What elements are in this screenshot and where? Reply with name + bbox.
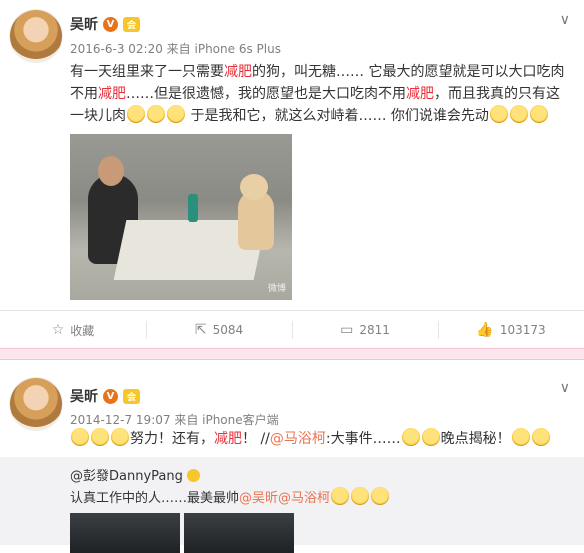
drool-emoji-icon <box>529 105 548 123</box>
post-line-1: 有一天组里来了一只需要减肥的狗，叫无糖…… 它最大的愿望就是可以大口吃肉 <box>70 64 565 80</box>
reposted-content[interactable]: @彭發DannyPang 认真工作中的人……最美最帅@吴昕@马浴柯 <box>0 457 584 553</box>
drool-emoji-icon <box>489 105 508 123</box>
post-text: 努力！还有，减肥！ //@马浴柯:大事件…… 晚点揭秘！ <box>70 428 570 450</box>
author-name[interactable]: 吴昕 <box>70 386 98 406</box>
photo-person-head <box>98 156 124 186</box>
smile-emoji-icon <box>531 428 550 446</box>
smile-emoji-icon <box>511 428 530 446</box>
verified-badge-icon: V <box>103 388 118 404</box>
drool-emoji-icon <box>167 105 185 123</box>
author-name[interactable]: 吴昕 <box>70 14 98 34</box>
post-text: 有一天组里来了一只需要减肥的狗，叫无糖…… 它最大的愿望就是可以大口吃肉 不用减… <box>70 61 570 127</box>
repost-icon: ⇱ <box>194 322 207 338</box>
star-icon: ☆ <box>51 322 65 338</box>
member-badge-icon: 会 <box>123 388 140 404</box>
repost-button[interactable]: ⇱ 5084 <box>146 311 292 349</box>
keyword-link[interactable]: 减肥 <box>224 64 252 80</box>
post-meta: 2014-12-7 19:07 来自 iPhone客户端 <box>70 413 279 427</box>
post-photo[interactable]: 微博 <box>70 134 292 300</box>
comment-button[interactable]: ▭ 2811 <box>292 311 438 349</box>
drool-emoji-icon <box>127 105 145 123</box>
post-line-2: 不用减肥……但是很遗憾，我的愿望也是大口吃肉不用减肥，而且我真的只有这 <box>70 86 560 102</box>
member-badge-icon: 会 <box>123 16 140 32</box>
repost-photo[interactable] <box>70 513 180 553</box>
author-avatar[interactable] <box>10 378 62 430</box>
favorite-button[interactable]: ☆ 收藏 <box>0 311 146 349</box>
chevron-down-icon[interactable]: ∨ <box>560 380 570 396</box>
like-button[interactable]: 👍 103173 <box>438 311 584 349</box>
repost-author: @彭發DannyPang <box>70 465 200 484</box>
verified-badge-icon: V <box>103 16 118 32</box>
mention-link[interactable]: @吴昕 <box>239 491 278 506</box>
action-bar: ☆ 收藏 ⇱ 5084 ▭ 2811 👍 103173 <box>0 310 584 349</box>
wink-emoji-icon <box>91 428 109 446</box>
keyword-link[interactable]: 减肥 <box>406 86 434 102</box>
author-avatar[interactable] <box>10 10 62 62</box>
laugh-emoji-icon <box>401 428 420 446</box>
repost-photo[interactable] <box>184 513 294 553</box>
photo-bottle <box>188 194 198 222</box>
laugh-emoji-icon <box>71 428 89 446</box>
post-meta: 2016-6-3 02:20 来自 iPhone 6s Plus <box>70 42 281 56</box>
thumbs-up-icon: 👍 <box>476 322 494 338</box>
comment-icon: ▭ <box>340 322 354 338</box>
mention-link[interactable]: @马浴柯 <box>270 431 326 447</box>
feed-divider <box>0 348 584 360</box>
weibo-post-1: 吴昕 V 会 2016-6-3 02:20 来自 iPhone 6s Plus … <box>0 0 584 348</box>
author-name-row: 吴昕 V 会 <box>70 386 140 406</box>
keyword-link[interactable]: 减肥 <box>98 86 126 102</box>
grin-emoji-icon <box>331 487 350 505</box>
photo-dog-head <box>240 174 268 200</box>
repost-text: 认真工作中的人……最美最帅@吴昕@马浴柯 <box>70 487 390 506</box>
keyword-link[interactable]: 减肥 <box>214 431 242 447</box>
post-line-3: 一块儿肉 于是我和它，就这么对峙着…… 你们说谁会先动 <box>70 105 570 127</box>
laugh-emoji-icon <box>421 428 440 446</box>
drool-emoji-icon <box>509 105 528 123</box>
tongue-emoji-icon <box>111 428 129 446</box>
grin-emoji-icon <box>351 487 370 505</box>
repost-author-link[interactable]: @彭發DannyPang <box>70 469 183 484</box>
verified-badge-icon <box>186 469 200 482</box>
drool-emoji-icon <box>147 105 165 123</box>
mention-link[interactable]: @马浴柯 <box>278 491 330 506</box>
author-name-row: 吴昕 V 会 <box>70 14 140 34</box>
photo-watermark: 微博 <box>267 284 286 294</box>
chevron-down-icon[interactable]: ∨ <box>560 12 570 28</box>
grin-emoji-icon <box>371 487 390 505</box>
